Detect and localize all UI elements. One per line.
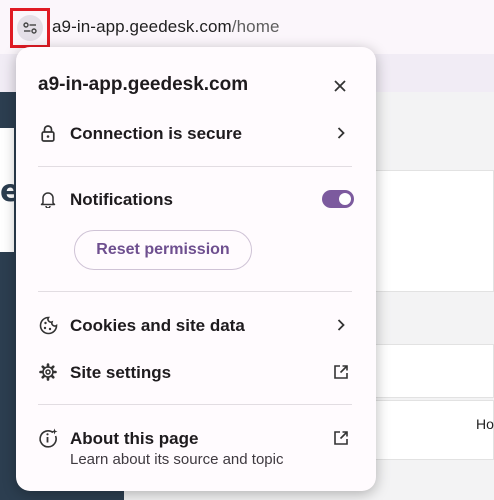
- reset-permission-button[interactable]: Reset permission: [74, 230, 252, 270]
- open-external-icon: [331, 362, 351, 382]
- about-sublabel: Learn about its source and topic: [70, 451, 284, 468]
- chevron-right-icon: [331, 123, 351, 143]
- close-icon: [334, 80, 346, 92]
- tune-icon: [17, 15, 43, 41]
- about-label: About this page: [70, 429, 199, 448]
- url-path: /home: [231, 17, 280, 36]
- cookies-site-data-row[interactable]: Cookies and site data: [16, 303, 376, 347]
- chevron-right-icon: [331, 315, 351, 335]
- notifications-toggle[interactable]: [322, 190, 354, 208]
- site-settings-label: Site settings: [70, 363, 172, 382]
- divider: [38, 404, 352, 405]
- connection-security-row[interactable]: Connection is secure: [16, 111, 376, 155]
- toggle-knob: [339, 193, 351, 205]
- site-info-popup: a9-in-app.geedesk.com Connection is secu…: [16, 47, 376, 491]
- info-sparkle-icon: [38, 428, 58, 448]
- lock-icon: [38, 123, 58, 143]
- site-settings-row[interactable]: Site settings: [16, 350, 376, 394]
- page-partial-text: Ho: [476, 416, 494, 432]
- close-button[interactable]: [326, 72, 354, 100]
- omnibox-bar: a9-in-app.geedesk.com/home: [0, 0, 494, 54]
- bell-icon: [38, 189, 58, 209]
- gear-icon: [38, 362, 58, 382]
- site-info-button[interactable]: [10, 8, 50, 48]
- open-external-icon: [331, 428, 351, 448]
- url-field[interactable]: a9-in-app.geedesk.com/home: [52, 17, 280, 37]
- cookies-label: Cookies and site data: [70, 316, 245, 335]
- notifications-label: Notifications: [70, 190, 173, 209]
- divider: [38, 166, 352, 167]
- divider: [38, 291, 352, 292]
- url-host: a9-in-app.geedesk.com: [52, 17, 232, 36]
- popup-title: a9-in-app.geedesk.com: [38, 74, 249, 95]
- connection-label: Connection is secure: [70, 124, 242, 143]
- cookie-icon: [38, 315, 58, 335]
